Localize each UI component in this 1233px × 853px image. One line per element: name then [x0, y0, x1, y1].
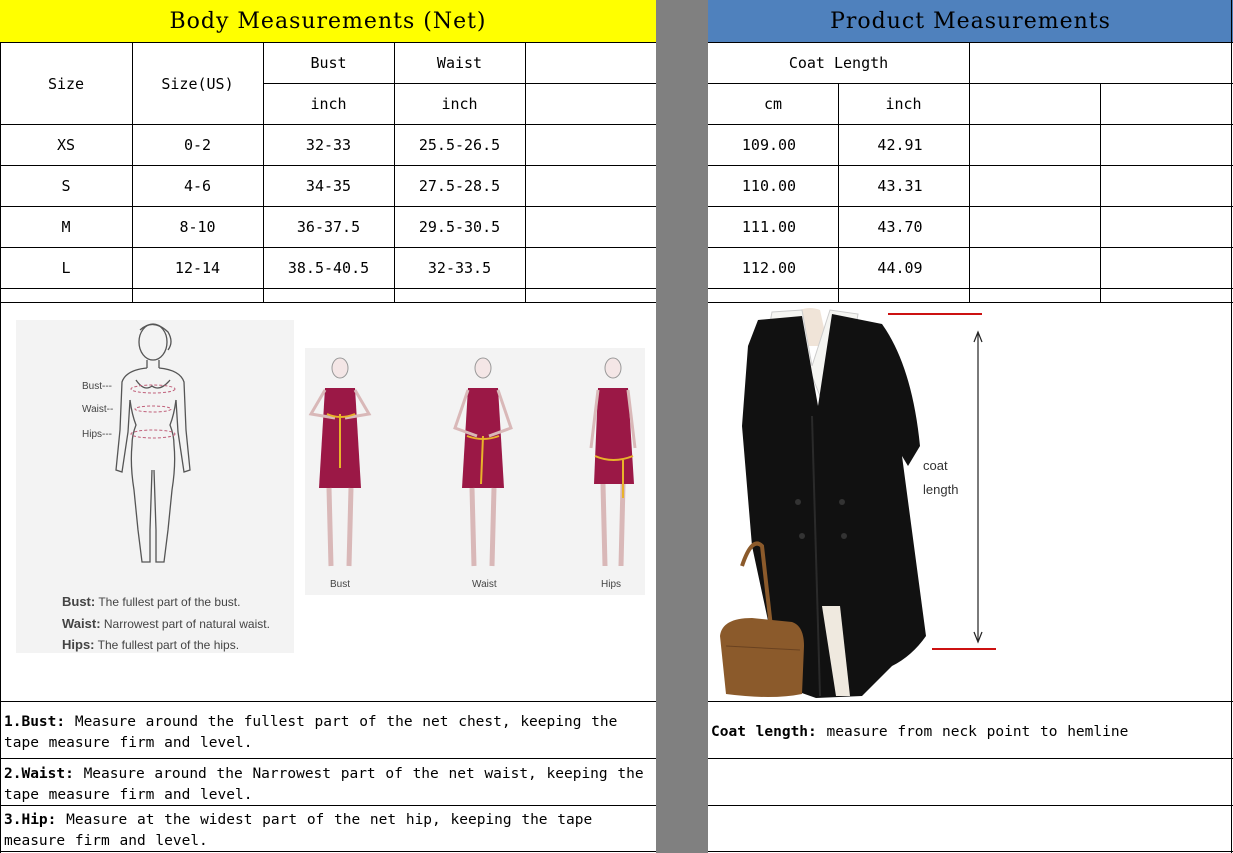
waist-cell: 25.5-26.5 [418, 136, 501, 154]
bust-term: Bust: [62, 594, 96, 609]
body-measure-figure: Bust--- Waist-- Hips--- Bust: The fulles… [16, 320, 294, 653]
size-cell: L [61, 259, 71, 277]
column-separator [656, 0, 708, 853]
note-waist-text: Measure around the Narrowest part of the… [4, 766, 644, 803]
product-measurements-title: Product Measurements [830, 8, 1111, 34]
bust-cell: 34-35 [305, 177, 352, 195]
note-hip: 3.Hip: Measure at the widest part of the… [4, 810, 654, 852]
note-coat-label: Coat length: [711, 724, 817, 740]
col-header-waist: Waist [436, 54, 483, 72]
coat-inch-cell: 43.31 [877, 177, 923, 195]
coat-inch-cell: 44.09 [877, 259, 923, 277]
body-measurements-title: Body Measurements (Net) [169, 8, 487, 34]
coat-label-line2: length [923, 482, 959, 497]
coat-figure: coat length [712, 306, 1012, 700]
note-coat-length: Coat length: measure from neck point to … [711, 722, 1229, 743]
waist-definition: Waist: Narrowest part of natural waist. [62, 616, 270, 631]
note-waist-label: 2.Waist: [4, 766, 74, 782]
bust-def: The fullest part of the bust. [98, 595, 241, 609]
size-us-cell: 12-14 [174, 259, 221, 277]
model-bust-icon [308, 357, 372, 567]
size-cell: S [61, 177, 71, 195]
dress-measure-figure: Bust Waist Hips [305, 348, 645, 595]
note-hip-text: Measure at the widest part of the net hi… [4, 812, 593, 849]
dress-models-icon [308, 357, 637, 567]
unit-bust: inch [310, 95, 347, 113]
product-measurements-header: Product Measurements [708, 0, 1233, 42]
waist-cell: 32-33.5 [427, 259, 492, 277]
body-measurements-header: Body Measurements (Net) [0, 0, 656, 42]
coat-cm-cell: 109.00 [741, 136, 797, 154]
bust-cell: 32-33 [305, 136, 352, 154]
size-cell: M [61, 218, 71, 236]
note-hip-label: 3.Hip: [4, 812, 57, 828]
bust-cell: 38.5-40.5 [287, 259, 370, 277]
coat-photo-icon [720, 308, 996, 698]
unit-cm: cm [763, 95, 783, 113]
note-bust-label: 1.Bust: [4, 714, 66, 730]
size-cell: XS [56, 136, 76, 154]
note-bust: 1.Bust: Measure around the fullest part … [4, 712, 654, 754]
waist-term: Waist: [62, 616, 101, 631]
hips-def: The fullest part of the hips. [97, 638, 240, 652]
dress-label-hips: Hips [601, 579, 622, 590]
waist-cell: 29.5-30.5 [418, 218, 501, 236]
coat-inch-cell: 42.91 [877, 136, 923, 154]
hips-definition: Hips: The fullest part of the hips. [62, 637, 239, 652]
body-outline-icon [115, 323, 191, 563]
hips-term: Hips: [62, 637, 95, 652]
coat-inch-cell: 43.70 [877, 218, 923, 236]
col-header-size-us: Size(US) [161, 74, 234, 93]
bust-definition: Bust: The fullest part of the bust. [62, 594, 240, 609]
bust-marker-label: Bust--- [82, 381, 112, 392]
size-us-cell: 8-10 [179, 218, 216, 236]
coat-label-line1: coat [923, 458, 948, 473]
waist-def: Narrowest part of natural waist. [103, 617, 270, 631]
col-header-size: Size [47, 74, 85, 93]
waist-marker-label: Waist-- [82, 404, 114, 415]
unit-inch: inch [885, 95, 922, 113]
coat-cm-cell: 112.00 [741, 259, 797, 277]
waist-cell: 27.5-28.5 [418, 177, 501, 195]
unit-waist: inch [441, 95, 478, 113]
note-bust-text: Measure around the fullest part of the n… [4, 714, 618, 751]
bust-cell: 36-37.5 [296, 218, 361, 236]
note-waist: 2.Waist: Measure around the Narrowest pa… [4, 764, 654, 806]
model-waist-icon [453, 357, 513, 567]
dress-label-waist: Waist [472, 579, 497, 590]
size-us-cell: 4-6 [183, 177, 212, 195]
coat-cm-cell: 111.00 [741, 218, 797, 236]
size-us-cell: 0-2 [183, 136, 212, 154]
coat-cm-cell: 110.00 [741, 177, 797, 195]
dress-label-bust: Bust [330, 579, 351, 590]
col-header-bust: Bust [310, 54, 347, 72]
model-hips-icon [589, 357, 637, 567]
hips-marker-label: Hips--- [82, 429, 112, 440]
note-coat-text: measure from neck point to hemline [816, 724, 1129, 740]
col-header-coat-length: Coat Length [788, 54, 889, 72]
